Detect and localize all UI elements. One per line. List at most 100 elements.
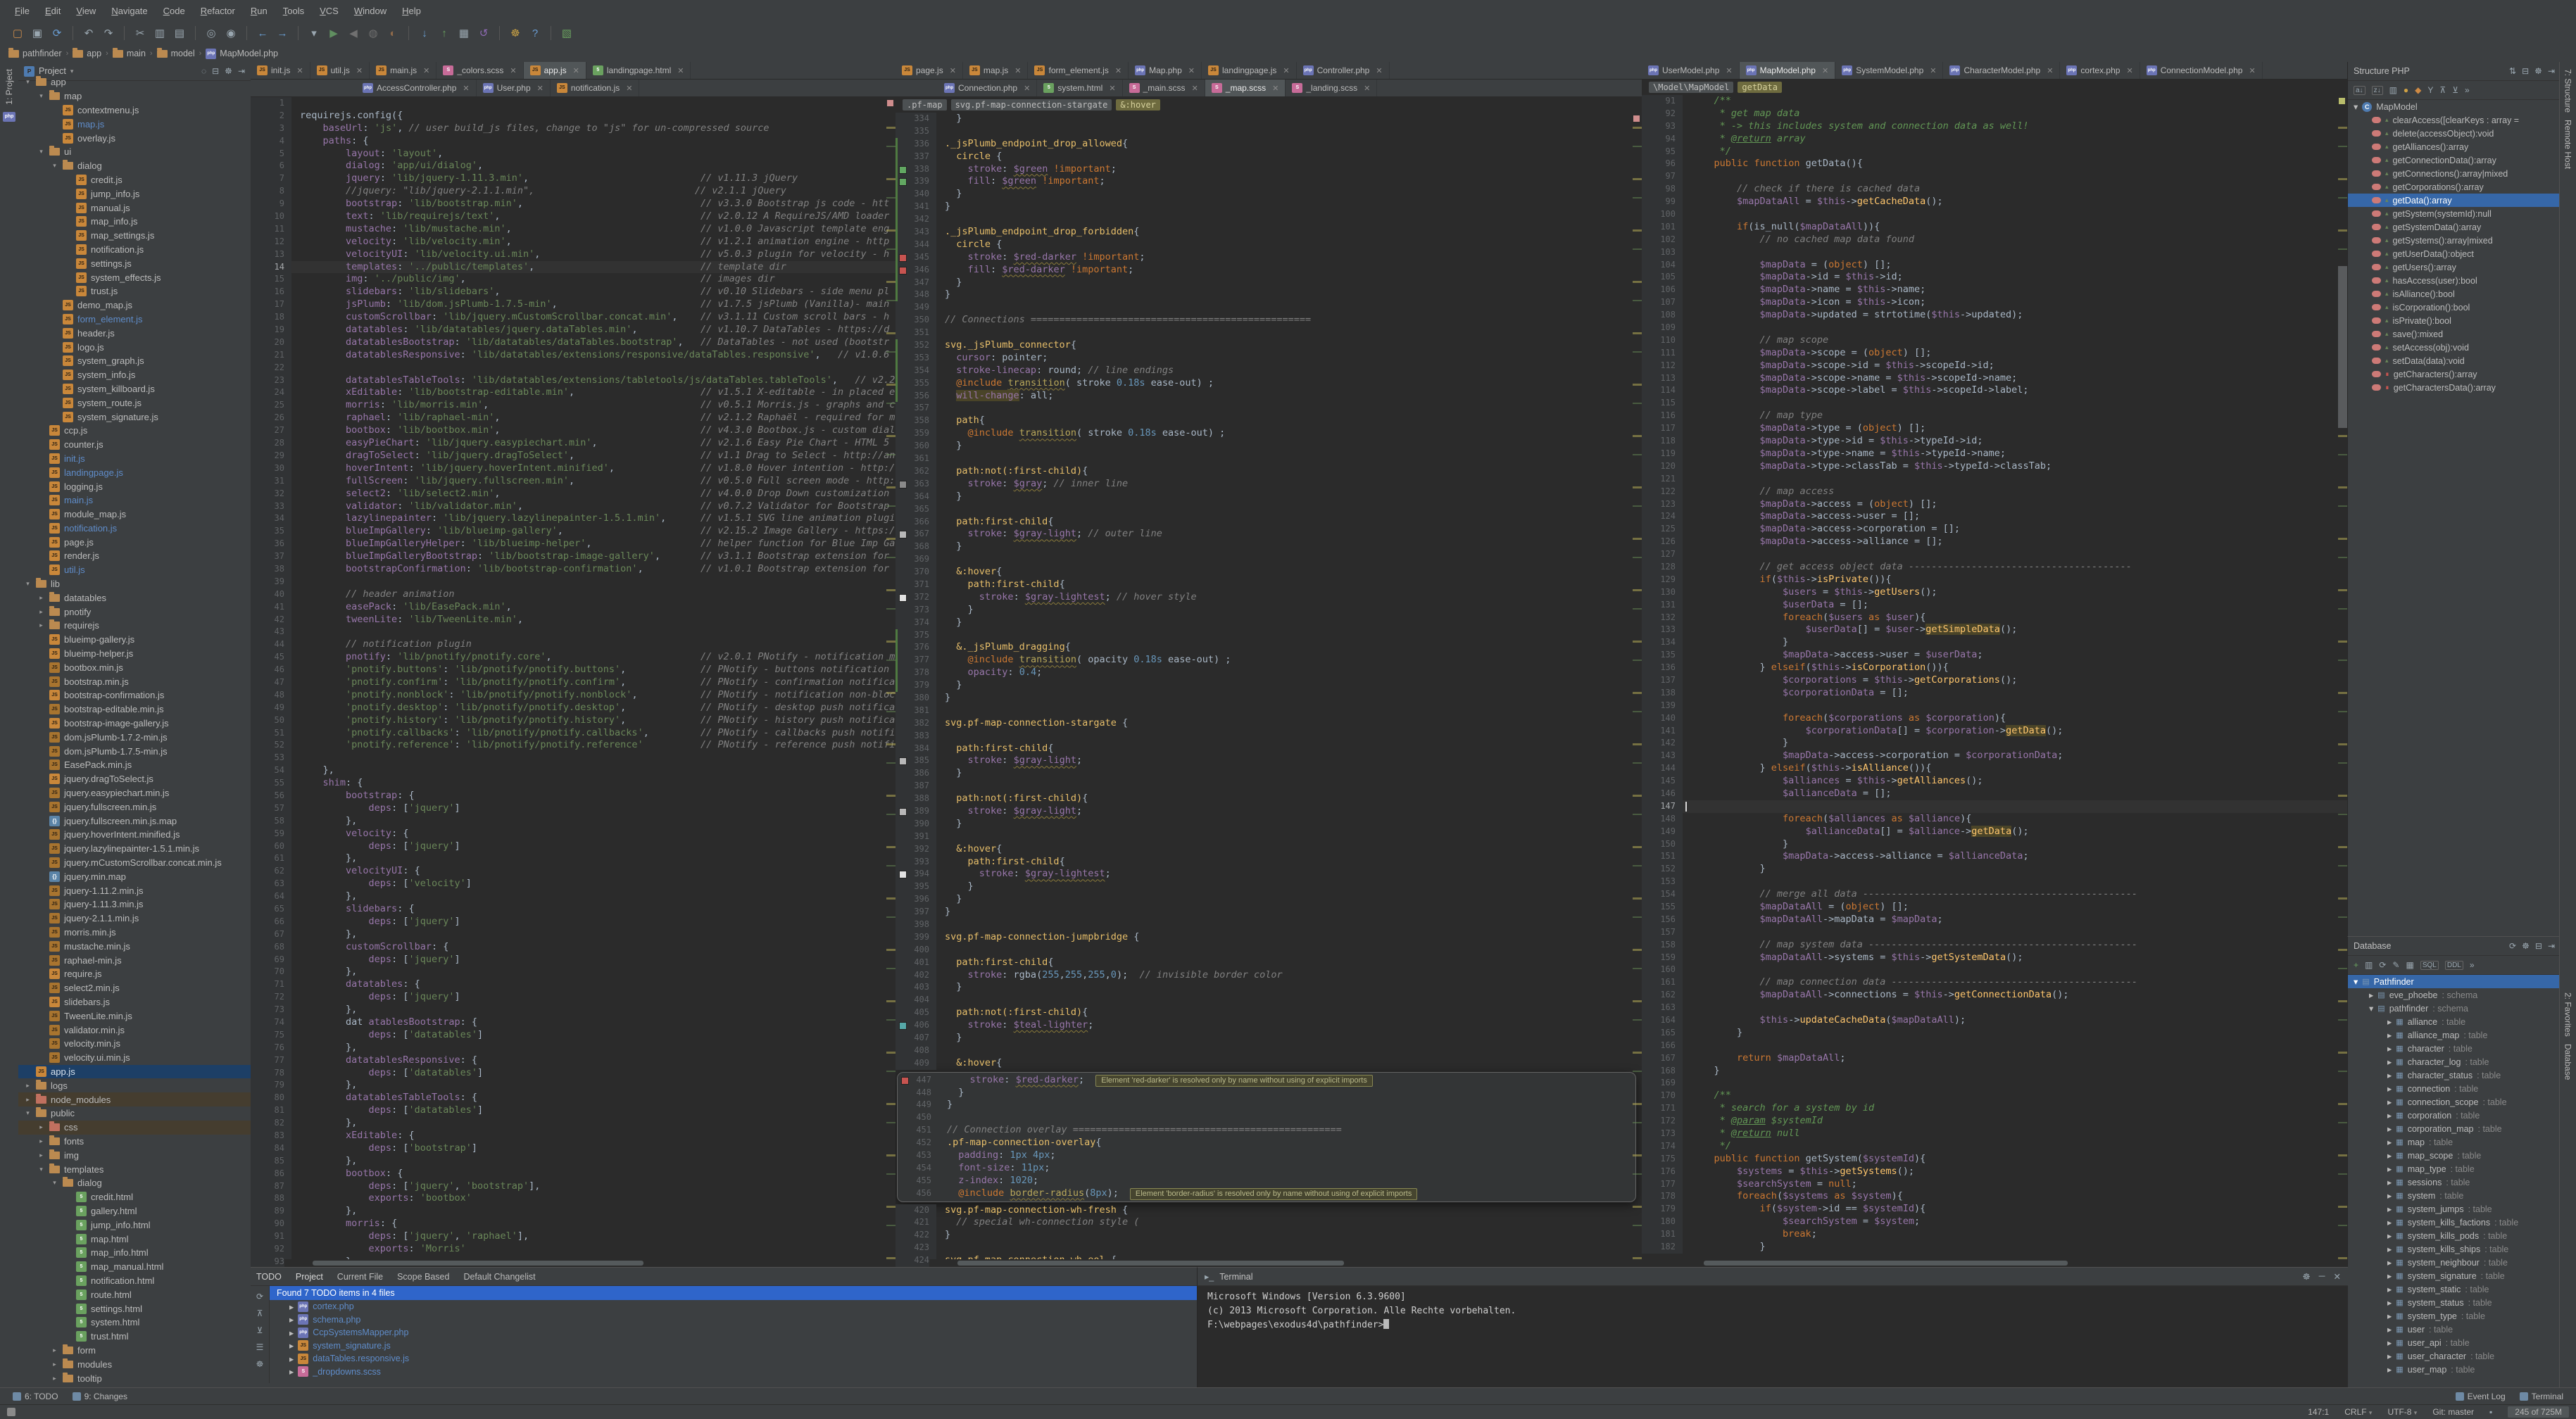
code-line[interactable]: 12 velocity: 'lib/velocity.min', // v1.2… — [251, 236, 896, 248]
table-item[interactable]: ▸▦system: table — [2348, 1189, 2561, 1202]
line-number[interactable]: 115 — [1642, 397, 1683, 410]
code-line[interactable]: 368 } — [896, 541, 1642, 553]
editor-left[interactable]: JSinit.js✕JSutil.js✕JSmain.js✕S_colors.s… — [251, 62, 896, 1267]
code-line[interactable]: 389 stroke: $gray-light; — [896, 805, 1642, 818]
todo-file[interactable]: ▸S_dropdowns.scss — [270, 1366, 1197, 1379]
code-line[interactable]: 80 datatablesTableTools: { — [251, 1092, 896, 1104]
tree-row[interactable]: ▸css — [18, 1121, 251, 1135]
table-item[interactable]: ▸▦user_api: table — [2348, 1336, 2561, 1349]
line-number[interactable]: 379 — [896, 679, 936, 692]
tree-chevron-icon[interactable]: ▾ — [37, 1166, 45, 1173]
close-tab-icon[interactable]: ✕ — [296, 66, 303, 75]
tree-row[interactable]: JSmustache.min.js — [18, 939, 251, 953]
tree-row[interactable]: 5map.html — [18, 1232, 251, 1246]
tree-row[interactable]: ▾lib — [18, 577, 251, 591]
line-number[interactable]: 453 — [898, 1149, 938, 1162]
code-line[interactable]: 378 opacity: 0.4; — [896, 667, 1642, 679]
tree-chevron-icon[interactable]: ▾ — [24, 580, 32, 588]
close-tab-icon[interactable]: ✕ — [356, 66, 363, 75]
code-line[interactable]: 98 // check if there is cached data — [1642, 183, 2347, 196]
code-line[interactable]: 148 foreach($alliances as $alliance){ — [1642, 813, 2347, 826]
line-number[interactable]: 160 — [1642, 964, 1683, 976]
code-line[interactable]: 99 $mapDataAll = $this->getCacheData(); — [1642, 196, 2347, 208]
code-line[interactable]: 13 velocityUI: 'lib/velocity.ui.min', //… — [251, 248, 896, 261]
code-line[interactable]: 8 //jquery: "lib/jquery-2.1.1.min", // v… — [251, 185, 896, 198]
tree-row[interactable]: ▸fonts — [18, 1135, 251, 1149]
code-line[interactable]: 336._jsPlumb_endpoint_drop_allowed{ — [896, 138, 1642, 151]
line-number[interactable]: 32 — [251, 488, 291, 500]
line-number[interactable]: 121 — [1642, 473, 1683, 486]
line-number[interactable]: 398 — [896, 919, 936, 931]
line-number[interactable]: 77 — [251, 1054, 291, 1067]
code-line[interactable]: 409 &:hover{ — [896, 1057, 1642, 1070]
code-line[interactable]: 128 // get access object data ----------… — [1642, 561, 2347, 574]
code-line[interactable]: 167 return $mapDataAll; — [1642, 1052, 2347, 1065]
method-item[interactable]: ▴getSystems():array|mixed — [2348, 234, 2561, 247]
code-line[interactable]: 57 deps: ['jquery'] — [251, 802, 896, 815]
line-number[interactable]: 339 — [896, 175, 936, 188]
code-line[interactable]: 112 $mapData->scope->id = $this->scopeId… — [1642, 360, 2347, 372]
todo-file[interactable]: ▸phpcortex.php — [270, 1300, 1197, 1313]
code-line[interactable]: 397} — [896, 906, 1642, 919]
code-line[interactable]: 84 deps: ['bootstrap'] — [251, 1142, 896, 1155]
structure-toolbar-icon[interactable]: ▥ — [2389, 85, 2397, 95]
line-number[interactable]: 399 — [896, 931, 936, 944]
code-line[interactable]: 449} — [898, 1099, 1635, 1111]
code-line[interactable]: 77 datatablesResponsive: { — [251, 1054, 896, 1067]
line-number[interactable]: 79 — [251, 1079, 291, 1092]
tree-row[interactable]: JSTweenLite.min.js — [18, 1009, 251, 1023]
tree-row[interactable]: ▾templates — [18, 1162, 251, 1176]
tree-row[interactable]: ▸requirejs — [18, 619, 251, 633]
synchronize-icon[interactable]: ⟳ — [48, 25, 66, 42]
code-line[interactable]: 22 — [251, 362, 896, 374]
redo-icon[interactable]: ↷ — [99, 25, 118, 42]
code-line[interactable]: 355 @include transition( stroke 0.18s ea… — [896, 377, 1642, 390]
code-line[interactable]: 360 } — [896, 440, 1642, 453]
code-line[interactable]: 91 deps: ['jquery', 'raphael'], — [251, 1230, 896, 1243]
line-number[interactable]: 101 — [1642, 221, 1683, 234]
code-line[interactable]: 340 } — [896, 188, 1642, 201]
code-line[interactable]: 106 $mapData->name = $this->name; — [1642, 284, 2347, 296]
code-line[interactable]: 27 bootbox: 'lib/bootbox.min', // v4.3.0… — [251, 424, 896, 437]
menu-refactor[interactable]: Refactor — [193, 3, 243, 19]
menu-window[interactable]: Window — [346, 3, 394, 19]
code-line[interactable]: 373 } — [896, 604, 1642, 617]
method-item[interactable]: ▴setAccess(obj):void — [2348, 341, 2561, 354]
breadcrumb-chip[interactable]: \Model\MapModel — [1649, 82, 1733, 93]
line-number[interactable]: 406 — [896, 1019, 936, 1032]
code-line[interactable]: 71 datatables: { — [251, 978, 896, 991]
code-line[interactable]: 178 foreach($systems as $system){ — [1642, 1190, 2347, 1203]
chevron-down-icon[interactable]: ▾ — [70, 68, 74, 75]
tree-row[interactable]: 5settings.html — [18, 1301, 251, 1316]
line-number[interactable]: 15 — [251, 273, 291, 286]
method-item[interactable]: ▴getUsers():array — [2348, 260, 2561, 274]
line-number[interactable]: 118 — [1642, 435, 1683, 448]
line-number[interactable]: 38 — [251, 563, 291, 576]
code-line[interactable]: 162 $mapDataAll->connections = $this->ge… — [1642, 989, 2347, 1002]
line-number[interactable]: 103 — [1642, 246, 1683, 259]
code-line[interactable]: 156 $mapDataAll->mapData = $mapData; — [1642, 914, 2347, 926]
toolwindow-button-6-todo[interactable]: 6: TODO — [6, 1390, 65, 1403]
line-number[interactable]: 99 — [1642, 196, 1683, 208]
code-line[interactable]: 393 path:first-child{ — [896, 856, 1642, 869]
database-header-icon[interactable]: ⇥ — [2548, 941, 2555, 951]
line-number[interactable]: 137 — [1642, 674, 1683, 687]
line-number[interactable]: 114 — [1642, 384, 1683, 397]
code-line[interactable]: 101 if(is_null($mapDataAll)){ — [1642, 221, 2347, 234]
line-number[interactable]: 17 — [251, 298, 291, 311]
todo-file[interactable]: ▸phpschema.php — [270, 1313, 1197, 1327]
line-number[interactable]: 88 — [251, 1192, 291, 1205]
structure-toolbar-icon[interactable]: ● — [2404, 85, 2408, 95]
tab-_map.scss[interactable]: S_map.scss✕ — [1205, 80, 1286, 96]
line-number[interactable]: 2 — [251, 110, 291, 122]
structure-toolbar-icon[interactable]: a↓ — [2354, 86, 2365, 95]
profile-icon[interactable]: ◐ — [384, 25, 402, 42]
code-line[interactable]: 59 velocity: { — [251, 828, 896, 840]
code-line[interactable]: 18 customScrollbar: 'lib/jquery.mCustomS… — [251, 311, 896, 324]
tree-row[interactable]: ▾dialog — [18, 1176, 251, 1190]
code-line[interactable]: 78 deps: ['datatables'] — [251, 1067, 896, 1080]
line-number[interactable]: 139 — [1642, 700, 1683, 712]
code-line[interactable]: 35 blueImpGallery: 'lib/blueimp-gallery'… — [251, 525, 896, 538]
code-line[interactable]: 4 paths: { — [251, 135, 896, 148]
line-number[interactable]: 13 — [251, 248, 291, 261]
